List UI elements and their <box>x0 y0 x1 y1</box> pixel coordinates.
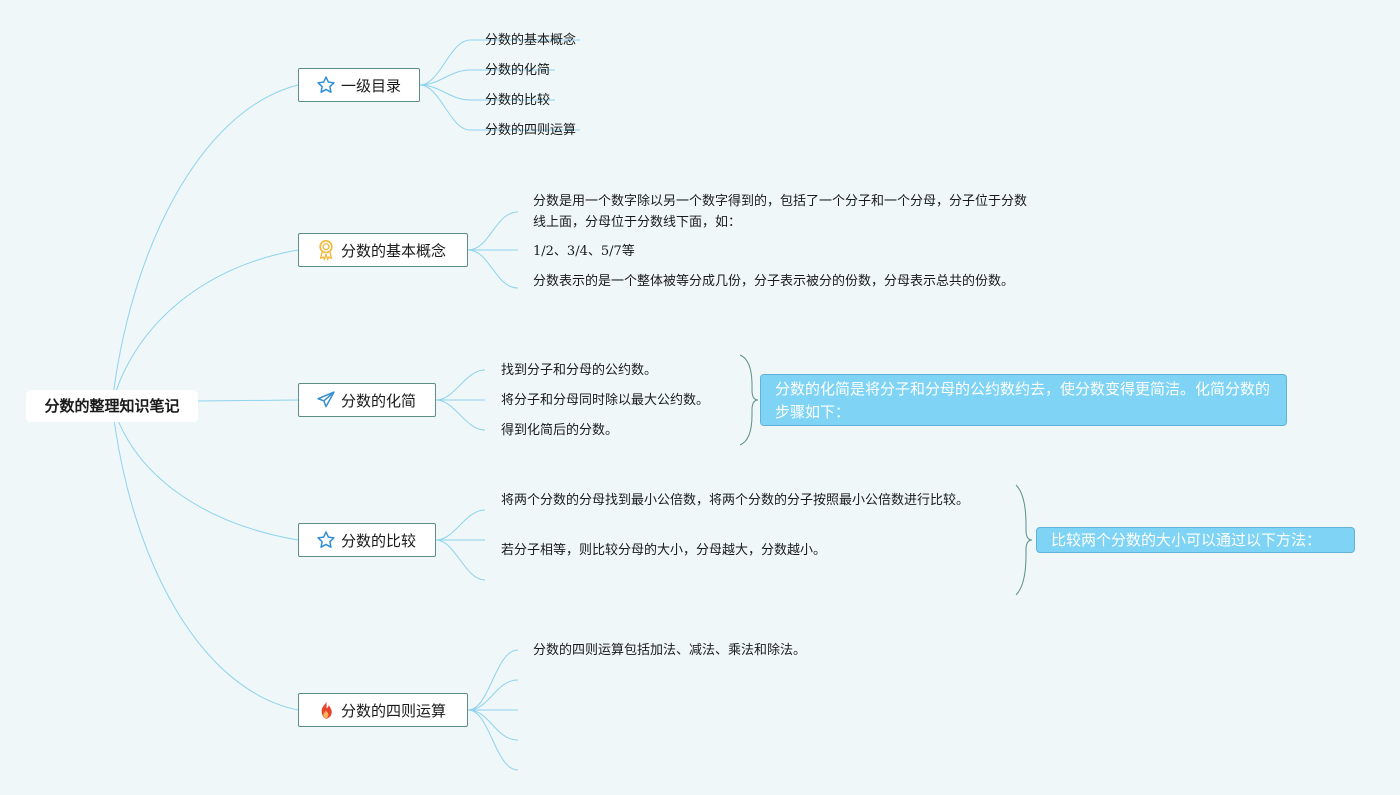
leaf-item[interactable]: 若分子相等，则比较分母的大小，分母越大，分数越小。 <box>501 540 826 561</box>
summary-callout-simplify[interactable]: 分数的化简是将分子和分母的公约数约去，使分数变得更简洁。化简分数的步骤如下： <box>760 374 1287 426</box>
connector-b5-leaf-1 <box>467 649 519 711</box>
branch-label: 分数的四则运算 <box>341 701 447 720</box>
leaf-item[interactable]: 分数表示的是一个整体被等分成几份，分子表示被分的份数，分母表示总共的份数。 <box>533 271 1028 292</box>
leaf-item[interactable]: 分数的基本概念 <box>485 30 576 51</box>
summary-brace-compare <box>1015 484 1033 596</box>
branch-topic-basic-concept[interactable]: 分数的基本概念 <box>298 233 468 267</box>
branch-label: 分数的化简 <box>341 391 417 410</box>
star-icon <box>315 74 337 96</box>
branch-topic-arithmetic[interactable]: 分数的四则运算 <box>298 693 468 727</box>
root-topic[interactable]: 分数的整理知识笔记 <box>26 390 198 422</box>
connector-root-branch-4 <box>111 403 299 541</box>
paper-plane-icon <box>315 389 337 411</box>
fire-icon <box>315 699 337 721</box>
leaf-item[interactable]: 分数的比较 <box>485 90 550 111</box>
branch-topic-compare[interactable]: 分数的比较 <box>298 523 436 557</box>
connector-b4-leaf-3 <box>435 539 486 581</box>
star-icon <box>315 529 337 551</box>
connector-b5-leaf-5 <box>467 709 519 771</box>
leaf-item[interactable]: 分数是用一个数字除以另一个数字得到的，包括了一个分子和一个分母，分子位于分数线上… <box>533 191 1028 233</box>
branch-topic-simplify[interactable]: 分数的化简 <box>298 383 436 417</box>
leaf-item[interactable]: 得到化简后的分数。 <box>501 420 618 441</box>
leaf-item[interactable]: 1/2、3/4、5/7等 <box>533 241 635 262</box>
leaf-item[interactable]: 分数的四则运算包括加法、减法、乘法和除法。 <box>533 640 806 661</box>
summary-brace-simplify <box>739 354 759 446</box>
branch-label: 一级目录 <box>341 76 402 95</box>
medal-icon <box>315 239 337 261</box>
leaf-item[interactable]: 分数的化简 <box>485 60 550 81</box>
leaf-item[interactable]: 分数的四则运算 <box>485 120 576 141</box>
branch-label: 分数的基本概念 <box>341 241 447 260</box>
summary-callout-compare[interactable]: 比较两个分数的大小可以通过以下方法： <box>1036 527 1355 553</box>
branch-label: 分数的比较 <box>341 531 417 550</box>
leaf-item[interactable]: 找到分子和分母的公约数。 <box>501 360 657 381</box>
branch-topic-catalog[interactable]: 一级目录 <box>298 68 420 102</box>
connector-root-branch-5 <box>111 403 299 711</box>
connector-root-branch-1 <box>111 84 299 405</box>
connector-root-branch-3 <box>197 399 299 402</box>
connector-b5-leaf-2 <box>467 679 519 711</box>
connector-b5-leaf-4 <box>467 709 519 741</box>
connector-root-branch-2 <box>111 249 299 405</box>
connector-b3-leaf-1 <box>435 369 486 401</box>
connector-b2-leaf-1 <box>467 211 519 251</box>
leaf-item[interactable]: 将分子和分母同时除以最大公约数。 <box>501 390 709 411</box>
connector-b2-leaf-3 <box>467 249 519 289</box>
connector-b4-leaf-1 <box>435 509 486 541</box>
leaf-item[interactable]: 将两个分数的分母找到最小公倍数，将两个分数的分子按照最小公倍数进行比较。 <box>501 490 991 511</box>
mindmap-canvas: 分数的整理知识笔记 一级目录 分数的基本概念 分数的化简 分数的比较 分数的四则… <box>0 0 1400 795</box>
connector-b3-leaf-3 <box>435 399 486 431</box>
